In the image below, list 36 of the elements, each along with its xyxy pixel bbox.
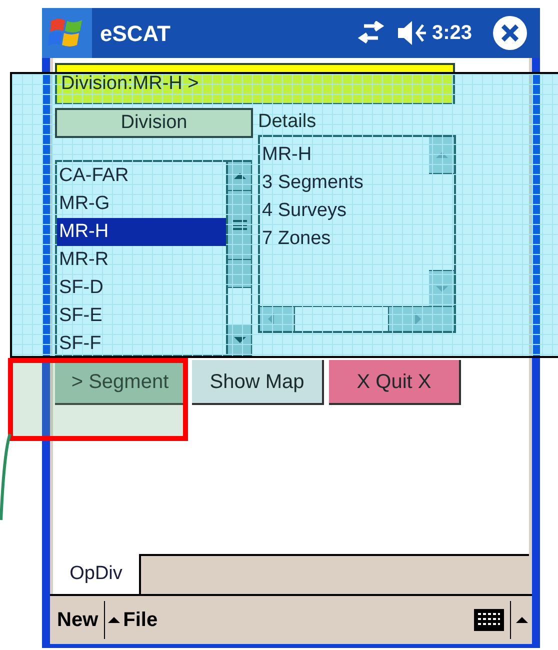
keyboard-icon[interactable] — [473, 608, 505, 632]
vertical-scrollbar[interactable] — [226, 162, 251, 355]
division-item[interactable]: MR-H — [57, 218, 226, 246]
menu-item[interactable]: New — [54, 605, 102, 635]
division-item[interactable]: CA-FAR — [57, 162, 226, 190]
window-title: eSCAT — [100, 20, 170, 48]
scroll-up-icon[interactable] — [234, 171, 246, 181]
scroll-thumb[interactable] — [429, 173, 454, 271]
details-line: 7 Zones — [262, 227, 331, 251]
grip-icon[interactable] — [232, 220, 246, 230]
action-button[interactable]: Show Map — [192, 360, 324, 405]
details-line: MR-H — [262, 143, 312, 167]
speaker-muted-icon[interactable] — [396, 19, 428, 47]
vertical-scrollbar[interactable] — [429, 137, 454, 306]
division-item[interactable]: SF-F — [57, 330, 226, 358]
details-line: 3 Segments — [262, 171, 364, 195]
details-line: 4 Surveys — [262, 199, 346, 223]
division-header[interactable]: Division — [55, 108, 253, 138]
caret-icon[interactable] — [516, 615, 528, 625]
scroll-down-icon[interactable] — [234, 335, 246, 345]
scroll-thumb[interactable] — [228, 287, 251, 325]
clock-time[interactable]: 3:23 — [432, 18, 472, 48]
division-item[interactable]: MR-G — [57, 190, 226, 218]
tab[interactable]: OpDiv — [53, 554, 141, 594]
division-item[interactable]: MR-R — [57, 246, 226, 274]
caret-icon[interactable] — [108, 615, 120, 625]
horizontal-scrollbar[interactable] — [260, 307, 429, 331]
sync-arrows-icon[interactable] — [356, 21, 386, 45]
details-label: Details — [258, 110, 316, 134]
menu-item[interactable]: File — [120, 605, 161, 635]
close-icon[interactable] — [492, 15, 528, 51]
division-item[interactable]: SF-E — [57, 302, 226, 330]
scroll-thumb[interactable] — [294, 307, 389, 331]
division-item[interactable]: SF-D — [57, 274, 226, 302]
action-button[interactable]: X Quit X — [329, 360, 461, 405]
scrollbar-corner — [429, 307, 454, 331]
